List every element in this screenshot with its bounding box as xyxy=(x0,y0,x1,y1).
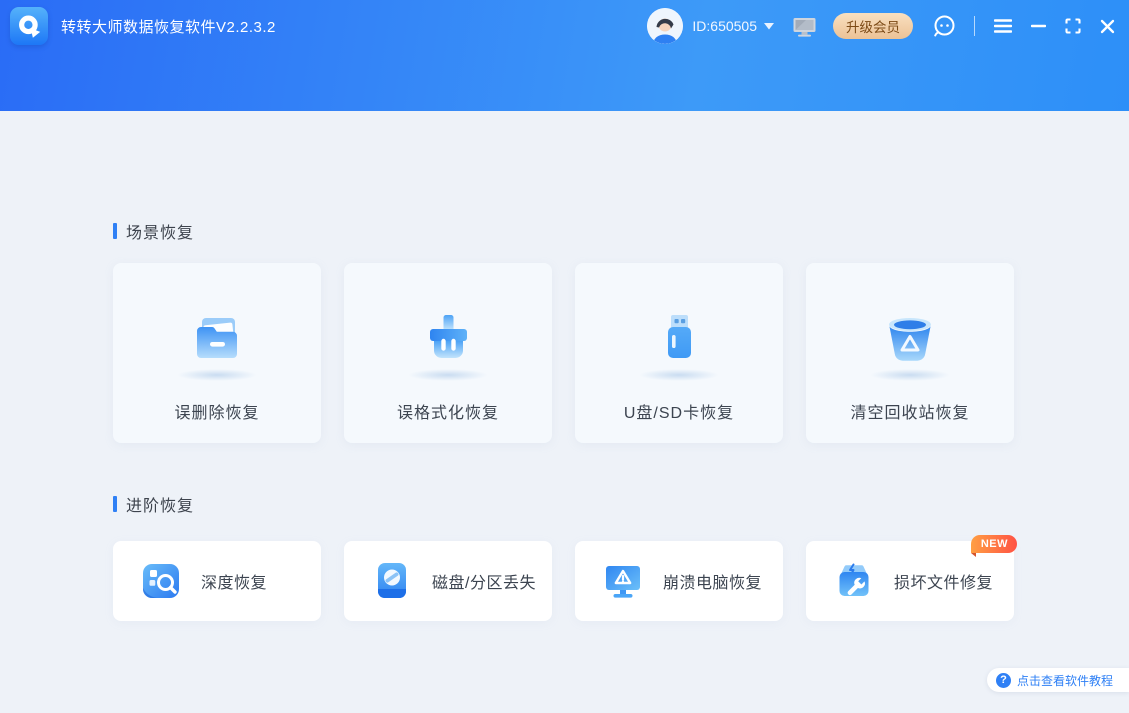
section-accent-bar xyxy=(113,496,117,512)
recycle-bin-icon xyxy=(889,318,931,361)
card-label: 深度恢复 xyxy=(201,575,268,592)
card-label: 清空回收站恢复 xyxy=(850,405,970,422)
tutorial-button[interactable]: ? 点击查看软件教程 xyxy=(986,668,1129,692)
icon-shadow xyxy=(408,369,488,381)
usb-drive-icon xyxy=(668,315,691,358)
header-banner: 转转大师数据恢复软件V2.2.3.2 ID:650505 升级会员 xyxy=(0,0,1129,111)
upgrade-member-button[interactable]: 升级会员 xyxy=(833,13,913,39)
app-logo-icon xyxy=(10,7,48,45)
section-title-scene-recovery: 场景恢复 xyxy=(113,219,194,243)
folder-icon xyxy=(197,318,237,358)
chevron-down-icon[interactable] xyxy=(764,22,774,30)
tutorial-label: 点击查看软件教程 xyxy=(1016,673,1113,688)
card-label: 误删除恢复 xyxy=(174,405,260,422)
maximize-icon[interactable] xyxy=(1065,18,1081,34)
monitor-icon[interactable] xyxy=(792,15,817,38)
app-title: 转转大师数据恢复软件V2.2.3.2 xyxy=(61,18,276,36)
minimize-icon[interactable] xyxy=(1031,24,1046,28)
card-label: 损坏文件修复 xyxy=(894,575,994,592)
user-id: ID:650505 xyxy=(692,18,757,34)
disk-partition-icon xyxy=(378,563,406,598)
format-brush-icon xyxy=(430,315,467,358)
card-label: 崩溃电脑恢复 xyxy=(663,575,763,592)
section-title-text: 进阶恢复 xyxy=(126,498,195,515)
card-recycle-bin-recovery[interactable]: 清空回收站恢复 xyxy=(806,263,1014,443)
file-repair-icon xyxy=(839,563,869,596)
card-format-recovery[interactable]: 误格式化恢复 xyxy=(344,263,552,443)
card-crashed-computer-recovery[interactable]: 崩溃电脑恢复 xyxy=(575,541,783,621)
deep-scan-icon xyxy=(143,564,179,598)
customer-service-icon[interactable] xyxy=(931,13,957,39)
close-icon[interactable] xyxy=(1100,19,1115,34)
titlebar-separator xyxy=(974,16,975,36)
section-title-text: 场景恢复 xyxy=(126,225,195,242)
titlebar: 转转大师数据恢复软件V2.2.3.2 ID:650505 升级会员 xyxy=(0,0,1129,52)
scene-recovery-row: 误删除恢复 误格式化恢复 U盘/SD卡恢复 清空回收站恢复 xyxy=(113,263,1014,443)
card-disk-partition-loss[interactable]: 磁盘/分区丢失 xyxy=(344,541,552,621)
card-label: 误格式化恢复 xyxy=(396,405,499,422)
section-accent-bar xyxy=(113,223,117,239)
icon-shadow xyxy=(639,369,719,381)
card-deleted-file-recovery[interactable]: 误删除恢复 xyxy=(113,263,321,443)
icon-shadow xyxy=(177,369,257,381)
crashed-computer-icon xyxy=(606,566,640,598)
new-badge: NEW xyxy=(970,535,1017,557)
menu-icon[interactable] xyxy=(994,19,1012,33)
card-label: U盘/SD卡恢复 xyxy=(623,405,735,422)
icon-shadow xyxy=(870,369,950,381)
card-label: 磁盘/分区丢失 xyxy=(432,575,536,592)
section-title-advanced-recovery: 进阶恢复 xyxy=(113,492,194,516)
question-icon: ? xyxy=(995,672,1011,688)
advanced-recovery-row: 深度恢复 磁盘/分区丢失 崩溃电脑恢复 NEW 损坏文件修复 xyxy=(113,535,1017,621)
card-deep-recovery[interactable]: 深度恢复 xyxy=(113,541,321,621)
card-usb-sd-recovery[interactable]: U盘/SD卡恢复 xyxy=(575,263,783,443)
user-avatar[interactable] xyxy=(647,8,684,44)
card-damaged-file-repair[interactable]: NEW 损坏文件修复 xyxy=(806,535,1017,621)
